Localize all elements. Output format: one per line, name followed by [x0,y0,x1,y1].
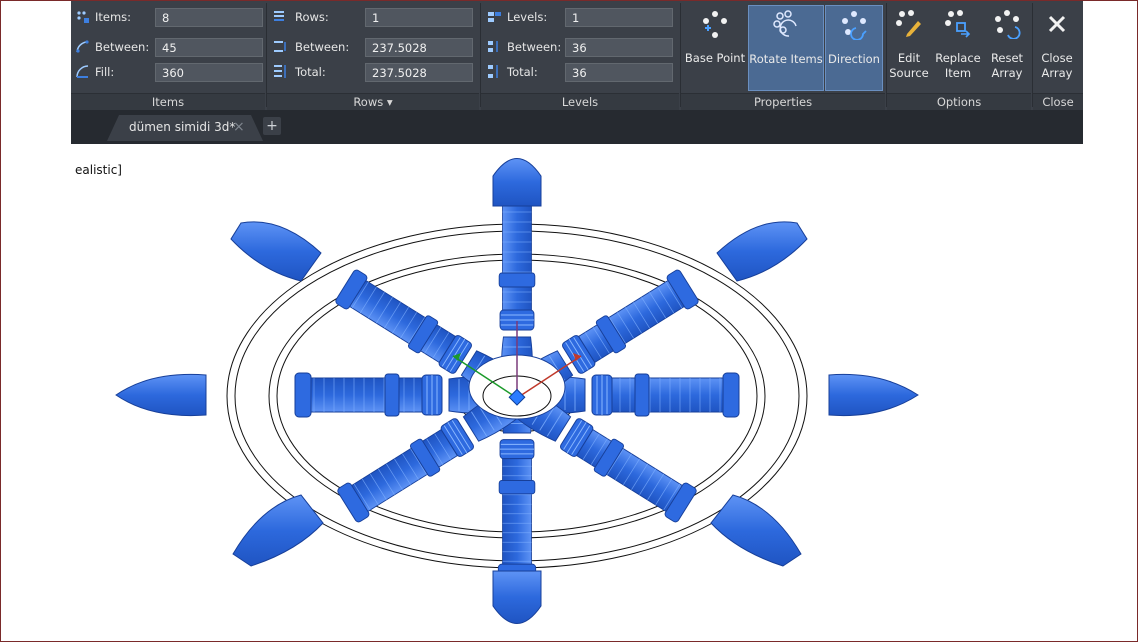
reset-array-line2: Array [991,66,1023,80]
edit-source-icon [896,10,921,37]
direction-label: Direction [828,52,880,66]
rows-icon [274,11,284,21]
base-point-label: Base Point [684,51,746,65]
close-icon [1048,15,1066,33]
levels-between-label: Between: [507,40,562,54]
items-panel-title: Items [71,93,265,111]
edit-source-button[interactable]: Edit Source [887,5,931,91]
close-array-line1: Close [1041,51,1073,65]
replace-item-line2: Item [944,66,972,80]
rows-total-icon [274,65,286,78]
direction-icon [842,11,867,40]
edit-source-line2: Source [889,66,929,80]
edit-source-line1: Edit [897,51,921,65]
replace-item-label: Replace Item [933,51,983,81]
items-fill-row: Fill: 360 [71,62,265,82]
items-count-row: Items: 8 [71,7,265,27]
levels-panel: Levels: 1 Between: 36 Total: 36 Levels [481,1,679,111]
edit-source-label: Edit Source [887,51,931,81]
base-point-icon [703,11,727,38]
items-between-row: Between: 45 [71,37,265,57]
file-tab-bar: dümen simidi 3d* × + [71,110,1083,144]
reset-array-button[interactable]: Reset Array [985,5,1029,91]
rows-between-input[interactable]: 237.5028 [365,38,473,57]
close-array-line2: Array [1041,66,1073,80]
rows-label: Rows: [295,10,329,24]
direction-button[interactable]: Direction [825,5,883,91]
rows-total-input[interactable]: 237.5028 [365,63,473,82]
close-tab-icon[interactable]: × [233,115,245,139]
levels-between-input[interactable]: 36 [565,38,673,57]
rotate-items-button[interactable]: Rotate Items [748,5,824,91]
levels-panel-title: Levels [481,93,679,111]
rows-panel-title[interactable]: Rows ▾ [267,93,479,111]
reset-array-label: Reset Array [985,51,1029,81]
items-fill-input[interactable]: 360 [155,63,263,82]
rows-panel-title-text: Rows [353,95,384,109]
rows-total-label: Total: [295,65,326,79]
levels-icon [488,12,501,22]
close-panel-title: Close [1033,93,1083,111]
replace-item-line1: Replace [935,51,981,65]
levels-total-label: Total: [507,65,538,79]
items-fill-label: Fill: [95,65,115,79]
close-panel: Close Array Close [1033,1,1083,111]
fill-angle-icon [76,65,89,78]
levels-label: Levels: [507,10,548,24]
options-panel: Edit Source Replace Item Reset Array Option… [887,1,1031,111]
levels-total-row: Total: 36 [481,62,679,82]
properties-panel: Base Point Rotate Items Direction Proper… [681,1,885,111]
array-ribbon: Items: 8 Between: 45 Fill: 360 Items Row… [71,1,1083,111]
levels-input[interactable]: 1 [565,8,673,27]
levels-between-row: Between: 36 [481,37,679,57]
rows-input[interactable]: 1 [365,8,473,27]
rotate-items-icon [773,10,797,37]
properties-panel-title: Properties [681,93,885,111]
close-array-button[interactable]: Close Array [1035,5,1079,91]
items-label: Items: [95,10,132,24]
reset-array-icon [995,10,1021,39]
items-panel: Items: 8 Between: 45 Fill: 360 Items [71,1,265,111]
replace-item-button[interactable]: Replace Item [933,5,983,91]
items-icon [77,11,89,23]
rows-panel: Rows: 1 Between: 237.5028 Total: 237.502… [267,1,479,111]
rotate-items-label: Rotate Items [749,52,823,66]
angle-between-icon [76,40,89,53]
reset-array-line1: Reset [990,51,1024,65]
replace-item-icon [945,10,971,38]
close-array-label: Close Array [1035,51,1079,81]
chevron-down-icon: ▾ [386,95,393,109]
levels-between-icon [488,41,498,52]
rows-total-row: Total: 237.5028 [267,62,479,82]
items-between-label: Between: [95,40,150,54]
base-point-button[interactable]: Base Point [683,5,747,91]
items-between-input[interactable]: 45 [155,38,263,57]
file-tab-label: dümen simidi 3d* [129,120,236,134]
rows-count-row: Rows: 1 [267,7,479,27]
new-tab-button[interactable]: + [263,117,281,135]
rows-between-icon [274,41,286,52]
autocad-window: Items: 8 Between: 45 Fill: 360 Items Row… [0,0,1138,642]
levels-count-row: Levels: 1 [481,7,679,27]
levels-total-icon [488,65,498,78]
file-tab-dumen-simidi[interactable]: dümen simidi 3d* [129,115,235,139]
rows-between-row: Between: 237.5028 [267,37,479,57]
levels-total-input[interactable]: 36 [565,63,673,82]
options-panel-title: Options [887,93,1031,111]
rows-between-label: Between: [295,40,350,54]
drawing-viewport[interactable] [1,144,1137,641]
items-input[interactable]: 8 [155,8,263,27]
